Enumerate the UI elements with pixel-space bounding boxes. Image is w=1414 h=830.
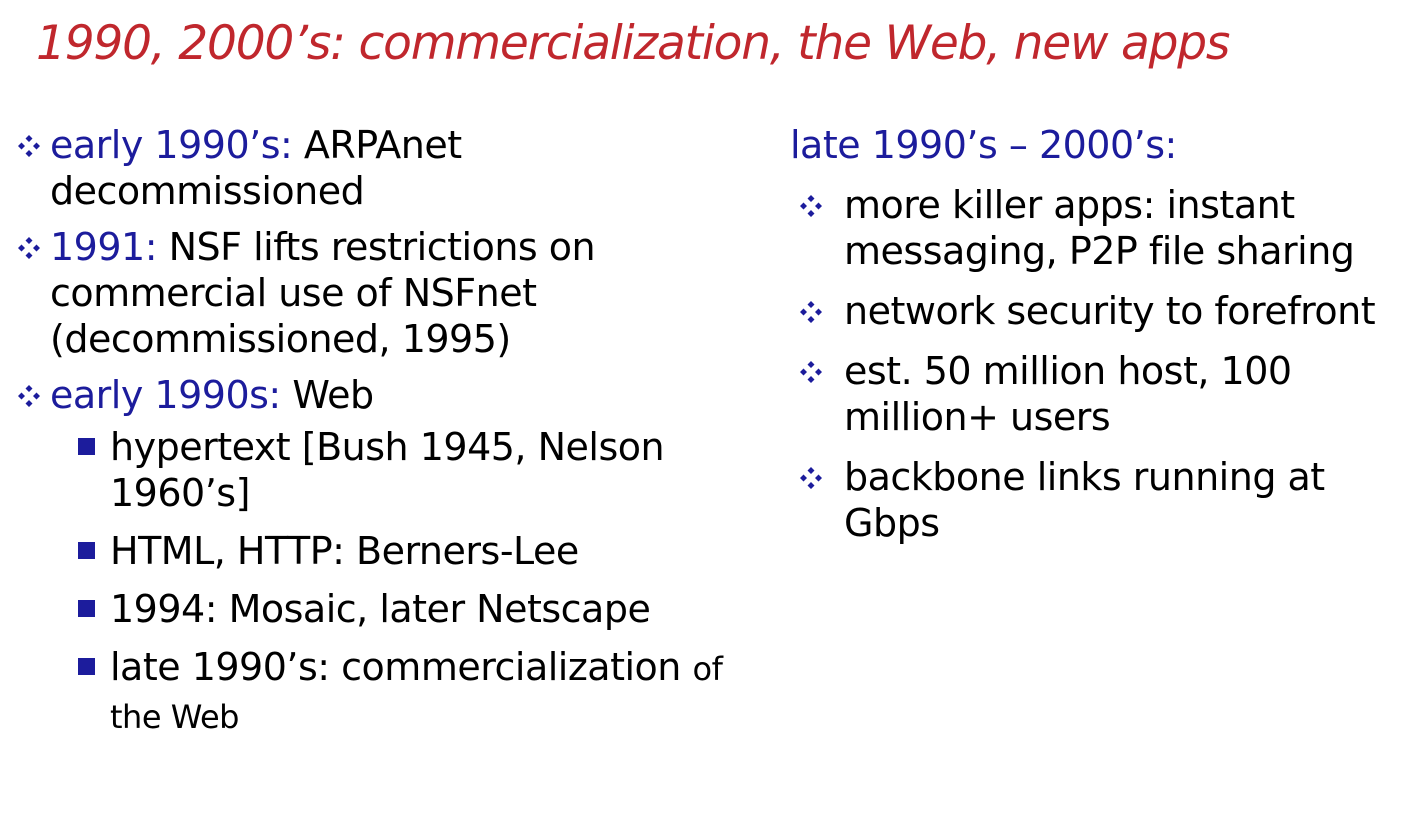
list-item-killer-apps: more killer apps: instant messaging, P2P… bbox=[780, 182, 1410, 274]
diamond-bullet-icon bbox=[16, 383, 42, 409]
item-text: backbone links running at Gbps bbox=[844, 455, 1325, 545]
left-column: early 1990’s: ARPAnet decommissioned 199… bbox=[16, 122, 756, 740]
sub-item-text: 1994: Mosaic, later Netscape bbox=[110, 587, 651, 631]
list-item-security: network security to forefront bbox=[780, 288, 1410, 334]
diamond-bullet-icon bbox=[798, 299, 824, 325]
square-bullet-icon bbox=[78, 542, 95, 559]
item-key: early 1990s: bbox=[50, 373, 281, 417]
list-item-nsf: 1991: NSF lifts restrictions on commerci… bbox=[16, 224, 756, 362]
diamond-bullet-icon bbox=[798, 359, 824, 385]
list-item-arpanet: early 1990’s: ARPAnet decommissioned bbox=[16, 122, 756, 214]
item-text: network security to forefront bbox=[844, 289, 1376, 333]
list-item-hosts: est. 50 million host, 100 million+ users bbox=[780, 348, 1410, 440]
item-key: early 1990’s: bbox=[50, 123, 293, 167]
diamond-bullet-icon bbox=[16, 133, 42, 159]
square-bullet-icon bbox=[78, 658, 95, 675]
list-item-backbone: backbone links running at Gbps bbox=[780, 454, 1410, 546]
item-text: Web bbox=[292, 373, 374, 417]
slide-title: 1990, 2000’s: commercialization, the Web… bbox=[36, 16, 1230, 71]
diamond-bullet-icon bbox=[798, 193, 824, 219]
diamond-bullet-icon bbox=[798, 465, 824, 491]
sub-item-text: HTML, HTTP: Berners-Lee bbox=[110, 529, 579, 573]
item-text: more killer apps: instant messaging, P2P… bbox=[844, 183, 1355, 273]
right-column: late 1990’s – 2000’s: more killer apps: … bbox=[780, 122, 1410, 546]
sub-item-text: late 1990’s: commercialization bbox=[110, 645, 681, 689]
square-bullet-icon bbox=[78, 600, 95, 617]
right-heading: late 1990’s – 2000’s: bbox=[790, 123, 1177, 167]
item-text: est. 50 million host, 100 million+ users bbox=[844, 349, 1292, 439]
sub-item-mosaic: 1994: Mosaic, later Netscape bbox=[16, 586, 756, 632]
list-item-web: early 1990s: Web bbox=[16, 372, 756, 418]
item-key: 1991: bbox=[50, 225, 158, 269]
square-bullet-icon bbox=[78, 438, 95, 455]
sub-item-text: hypertext [Bush 1945, Nelson 1960’s] bbox=[110, 425, 665, 515]
sub-item-html: HTML, HTTP: Berners-Lee bbox=[16, 528, 756, 574]
diamond-bullet-icon bbox=[16, 235, 42, 261]
sub-item-commercialization: late 1990’s: commercialization of the We… bbox=[16, 644, 756, 740]
sub-item-hypertext: hypertext [Bush 1945, Nelson 1960’s] bbox=[16, 424, 756, 516]
